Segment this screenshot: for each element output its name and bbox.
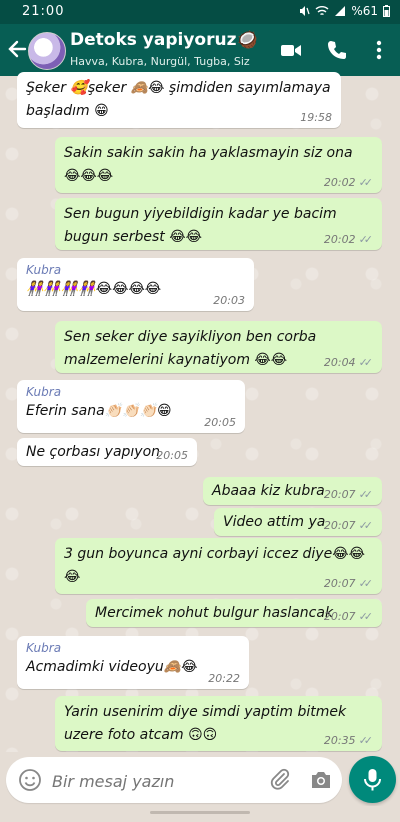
read-ticks-icon: ✓✓ <box>358 233 374 246</box>
read-ticks-icon: ✓✓ <box>358 488 374 501</box>
mute-icon <box>300 6 310 16</box>
read-ticks-icon: ✓✓ <box>358 577 374 590</box>
message-time: 20:07 <box>323 577 356 590</box>
message-composer <box>6 757 342 803</box>
message-outgoing[interactable]: Mercimek nohut bulgur haslancak 20:07 ✓✓ <box>86 599 382 627</box>
message-sender: Kubra <box>26 641 62 655</box>
group-title[interactable]: Detoks yapiyoruz🥥🍸... <box>70 30 260 50</box>
message-sender: Kubra <box>26 385 62 399</box>
voice-record-button[interactable] <box>349 756 396 803</box>
message-incoming[interactable]: Kubra 👭👭👭👭😂😂😂😂 20:03 <box>17 258 254 311</box>
message-sender: Kubra <box>26 263 62 277</box>
message-time: 20:05 <box>156 449 188 462</box>
status-time: 21:00 <box>22 4 65 19</box>
group-avatar[interactable] <box>28 32 66 70</box>
signal-icon <box>335 6 346 16</box>
read-ticks-icon: ✓✓ <box>358 176 374 189</box>
phone-icon[interactable] <box>326 39 348 61</box>
message-input[interactable] <box>50 766 254 796</box>
message-time: 19:58 <box>300 111 332 124</box>
message-time: 20:07 <box>323 519 356 532</box>
group-members[interactable]: Havva, Kubra, Nurgül, Tugba, Siz <box>70 55 250 68</box>
message-time: 20:04 <box>323 356 356 369</box>
read-ticks-icon: ✓✓ <box>358 610 374 623</box>
attach-icon[interactable] <box>268 768 292 792</box>
battery-text: %61 <box>351 4 378 18</box>
camera-icon[interactable] <box>309 768 333 792</box>
message-time: 20:02 <box>323 176 356 189</box>
status-bar: 21:00 %61 <box>0 0 400 24</box>
message-time: 20:02 <box>323 233 356 246</box>
chat-header: Detoks yapiyoruz🥥🍸... Havva, Kubra, Nurg… <box>0 24 400 76</box>
message-outgoing[interactable]: Sen bugun yiyebildigin kadar ye bacim bu… <box>55 198 382 250</box>
message-time: 20:22 <box>208 672 240 685</box>
message-incoming[interactable]: Kubra Acmadimki videoyu🙈😂 20:22 <box>17 636 249 689</box>
message-incoming[interactable]: Ne çorbası yapıyon 20:05 <box>17 438 197 466</box>
status-icons: %61 <box>298 4 390 18</box>
message-time: 20:07 <box>323 610 356 623</box>
message-text: 👭👭👭👭😂😂😂😂 <box>26 281 162 297</box>
message-incoming[interactable]: Şeker 🥰şeker 🙈😂 şimdiden sayımlamaya baş… <box>17 72 341 128</box>
back-arrow-icon[interactable] <box>6 38 28 60</box>
message-outgoing[interactable]: Abaaa kiz kubra 20:07 ✓✓ <box>203 477 382 505</box>
message-outgoing[interactable]: Video attim ya 20:07 ✓✓ <box>214 508 382 536</box>
message-outgoing[interactable]: 3 gun boyunca ayni corbayi iccez diye😂😂😂… <box>55 538 382 594</box>
mic-icon <box>364 769 381 791</box>
read-ticks-icon: ✓✓ <box>358 356 374 369</box>
message-list[interactable]: Şeker 🥰şeker 🙈😂 şimdiden sayımlamaya baş… <box>0 72 400 752</box>
message-time: 20:03 <box>213 294 245 307</box>
more-vert-icon[interactable] <box>368 39 390 61</box>
message-time: 20:05 <box>204 416 236 429</box>
message-outgoing[interactable]: Yarin usenirim diye simdi yaptim bitmek … <box>55 696 382 751</box>
battery-icon <box>383 5 390 17</box>
wifi-icon <box>315 6 329 16</box>
read-ticks-icon: ✓✓ <box>358 734 374 747</box>
message-time: 20:07 <box>323 488 356 501</box>
emoji-icon[interactable] <box>18 768 42 792</box>
home-indicator[interactable] <box>150 811 250 814</box>
message-outgoing[interactable]: Sen seker diye sayikliyon ben corba malz… <box>55 321 382 373</box>
system-nav-bar <box>0 806 400 822</box>
message-text: Şeker 🥰şeker 🙈😂 şimdiden sayımlamaya baş… <box>26 80 331 119</box>
message-time: 20:35 <box>323 734 356 747</box>
video-call-icon[interactable] <box>280 39 302 61</box>
message-incoming[interactable]: Kubra Eferin sana👏🏻👏🏻👏🏻😁 20:05 <box>17 380 245 433</box>
read-ticks-icon: ✓✓ <box>358 519 374 532</box>
message-outgoing[interactable]: Sakin sakin sakin ha yaklasmayin siz ona… <box>55 137 382 193</box>
